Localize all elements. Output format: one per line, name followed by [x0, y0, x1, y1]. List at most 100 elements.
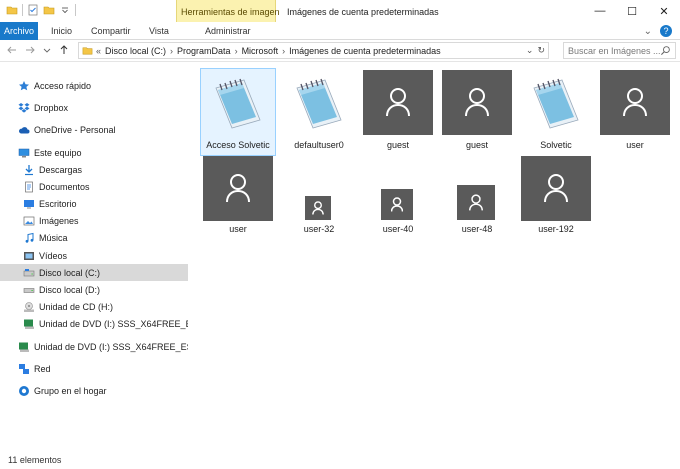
- maximize-button[interactable]: ☐: [616, 0, 648, 22]
- file-tile[interactable]: guest: [360, 68, 436, 156]
- nav-item-label: OneDrive - Personal: [34, 124, 116, 135]
- tab-administrar[interactable]: Administrar: [205, 22, 251, 40]
- nav-item-label: Unidad de DVD (I:) SSS_X64FREE_ES-ES_DV: [39, 318, 188, 329]
- chevron-down-icon[interactable]: [59, 4, 71, 16]
- nav-item-red[interactable]: Red: [0, 360, 188, 377]
- cd-icon: [24, 301, 34, 312]
- minimize-button[interactable]: —: [584, 0, 616, 22]
- file-name: user-192: [538, 224, 574, 234]
- drive-icon: [23, 268, 35, 276]
- file-tile[interactable]: user: [597, 68, 673, 156]
- breadcrumb-microsoft[interactable]: Microsoft: [242, 46, 279, 56]
- recent-locations-icon[interactable]: [42, 44, 52, 56]
- quick-access-toolbar: [6, 4, 76, 16]
- tab-vista[interactable]: Vista: [149, 22, 169, 40]
- star-icon: [19, 80, 29, 90]
- nav-item-label: Unidad de CD (H:): [39, 301, 114, 312]
- new-folder-icon[interactable]: [43, 4, 55, 16]
- nav-item-label: Documentos: [39, 181, 90, 192]
- music-icon: [25, 232, 34, 243]
- nav-item-musica[interactable]: Música: [0, 229, 188, 246]
- up-icon[interactable]: [58, 44, 70, 56]
- user-avatar-icon: [457, 185, 495, 220]
- navigation-pane: Acceso rápido Dropbox OneDrive - Persona…: [0, 62, 188, 450]
- chevron-right-icon[interactable]: ›: [235, 46, 238, 56]
- breadcrumb-disco-local[interactable]: Disco local (C:): [105, 46, 166, 56]
- folder-icon: [82, 47, 93, 55]
- nav-item-imagenes[interactable]: Imágenes: [0, 212, 188, 229]
- nav-item-disco-c[interactable]: Disco local (C:): [0, 264, 188, 281]
- person-icon: [226, 174, 250, 203]
- nav-item-label: Grupo en el hogar: [34, 385, 107, 396]
- window-controls: — ☐ ✕: [584, 0, 680, 22]
- nav-item-escritorio[interactable]: Escritorio: [0, 195, 188, 212]
- file-name: guest: [465, 140, 489, 150]
- breadcrumb-programdata[interactable]: ProgramData: [177, 46, 231, 56]
- nav-item-documentos[interactable]: Documentos: [0, 178, 188, 195]
- drive-icon: [23, 287, 35, 293]
- file-tile[interactable]: user-32: [281, 152, 357, 240]
- overflow-chevron[interactable]: «: [96, 46, 101, 56]
- nav-item-grupo-hogar[interactable]: Grupo en el hogar: [0, 382, 188, 399]
- person-icon: [623, 88, 647, 117]
- file-name: Acceso Solvetic: [206, 140, 270, 150]
- tab-compartir[interactable]: Compartir: [91, 22, 131, 40]
- nav-item-descargas[interactable]: Descargas: [0, 161, 188, 178]
- ribbon-tabs: Archivo Inicio Compartir Vista Administr…: [0, 22, 680, 40]
- address-dropdown-button[interactable]: ⌄: [526, 45, 534, 56]
- help-button[interactable]: ?: [660, 25, 672, 37]
- file-tile[interactable]: Solvetic: [518, 68, 594, 156]
- nav-item-onedrive[interactable]: OneDrive - Personal: [0, 121, 188, 138]
- address-bar[interactable]: « Disco local (C:) › ProgramData › Micro…: [78, 42, 549, 59]
- network-icon: [19, 363, 29, 374]
- nav-item-dropbox[interactable]: Dropbox: [0, 99, 188, 116]
- file-tile[interactable]: user-48: [439, 152, 515, 240]
- nav-item-acceso-rapido[interactable]: Acceso rápido: [0, 77, 188, 94]
- item-count: 11 elementos: [8, 454, 62, 465]
- file-tile[interactable]: user: [200, 152, 276, 240]
- search-icon[interactable]: [660, 45, 671, 56]
- address-actions: ⌄ ↻: [526, 43, 548, 58]
- person-icon: [544, 174, 568, 203]
- nav-item-videos[interactable]: Vídeos: [0, 247, 188, 264]
- desktop-icon: [24, 199, 34, 208]
- ribbon-expand-button[interactable]: ⌄: [644, 26, 652, 37]
- nav-item-dvd-i-root[interactable]: Unidad de DVD (I:) SSS_X64FREE_ES-ES_DV: [0, 338, 188, 355]
- file-tile[interactable]: user-192: [518, 152, 594, 240]
- file-tile[interactable]: guest: [439, 68, 515, 156]
- search-box[interactable]: Buscar en Imágenes ...: [563, 42, 676, 59]
- user-avatar-icon: [600, 70, 670, 135]
- user-avatar-icon: [442, 70, 512, 135]
- search-input[interactable]: Buscar en Imágenes ...: [568, 46, 661, 56]
- chevron-right-icon[interactable]: ›: [282, 46, 285, 56]
- file-tile[interactable]: defaultuser0: [281, 68, 357, 156]
- context-tab-title: Herramientas de imagen: [181, 7, 280, 17]
- file-name: user: [229, 224, 247, 234]
- properties-icon[interactable]: [27, 4, 39, 16]
- nav-item-disco-d[interactable]: Disco local (D:): [0, 281, 188, 298]
- back-icon[interactable]: [6, 44, 18, 56]
- chevron-right-icon[interactable]: ›: [170, 46, 173, 56]
- nav-item-este-equipo[interactable]: Este equipo: [0, 144, 188, 161]
- person-icon: [386, 88, 410, 117]
- nav-item-cd-h[interactable]: Unidad de CD (H:): [0, 298, 188, 315]
- folder-icon: [6, 6, 18, 15]
- notepad-icon: [296, 78, 342, 129]
- user-avatar-icon: [305, 196, 331, 220]
- person-icon: [465, 88, 489, 117]
- file-name: user: [626, 140, 644, 150]
- file-tile[interactable]: user-40: [360, 152, 436, 240]
- file-tile[interactable]: Acceso Solvetic: [200, 68, 276, 156]
- nav-item-label: Disco local (D:): [39, 284, 101, 295]
- close-button[interactable]: ✕: [648, 0, 680, 22]
- breadcrumb-imagenes-cuenta[interactable]: Imágenes de cuenta predeterminadas: [289, 46, 441, 56]
- cloud-icon: [19, 126, 30, 133]
- nav-item-dvd-i[interactable]: Unidad de DVD (I:) SSS_X64FREE_ES-ES_DV: [0, 315, 188, 332]
- forward-icon[interactable]: [24, 44, 36, 56]
- tab-inicio[interactable]: Inicio: [51, 22, 72, 40]
- tab-archivo[interactable]: Archivo: [0, 22, 38, 40]
- refresh-button[interactable]: ↻: [537, 45, 545, 56]
- computer-icon: [18, 148, 30, 157]
- notepad-icon: [533, 78, 579, 129]
- dropbox-icon: [18, 102, 30, 113]
